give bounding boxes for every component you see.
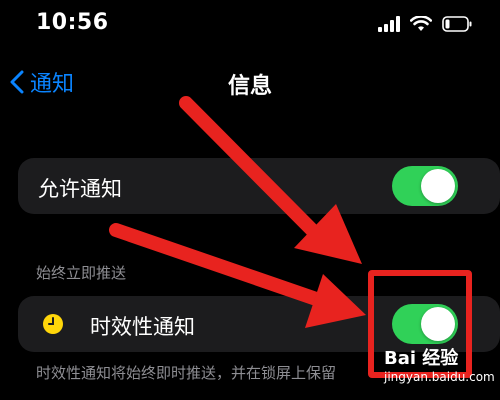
- status-time: 10:56: [36, 10, 109, 35]
- allow-notifications-toggle[interactable]: [392, 166, 458, 206]
- navigation-bar: 通知 信息: [0, 60, 500, 106]
- footer-description: 时效性通知将始终即时推送，并在锁屏上保留: [36, 364, 337, 382]
- time-sensitive-label: 时效性通知: [90, 315, 195, 339]
- watermark-url: jingyan.baidu.com: [384, 370, 495, 384]
- allow-notifications-row: 允许通知: [18, 158, 500, 214]
- wifi-icon: [410, 16, 432, 31]
- section-header: 始终立即推送: [36, 264, 127, 282]
- cellular-signal-icon: [378, 16, 400, 32]
- battery-icon: [442, 16, 472, 32]
- page-title: 信息: [227, 74, 272, 99]
- watermark-brand: Bai 经验: [384, 348, 459, 369]
- clock-icon: [43, 314, 63, 334]
- watermark: Bai 经验 jingyan.baidu.com: [382, 344, 500, 400]
- status-bar: 10:56: [0, 0, 500, 50]
- toggle-knob: [421, 169, 455, 203]
- status-icons: [378, 16, 472, 32]
- allow-notifications-label: 允许通知: [38, 177, 122, 201]
